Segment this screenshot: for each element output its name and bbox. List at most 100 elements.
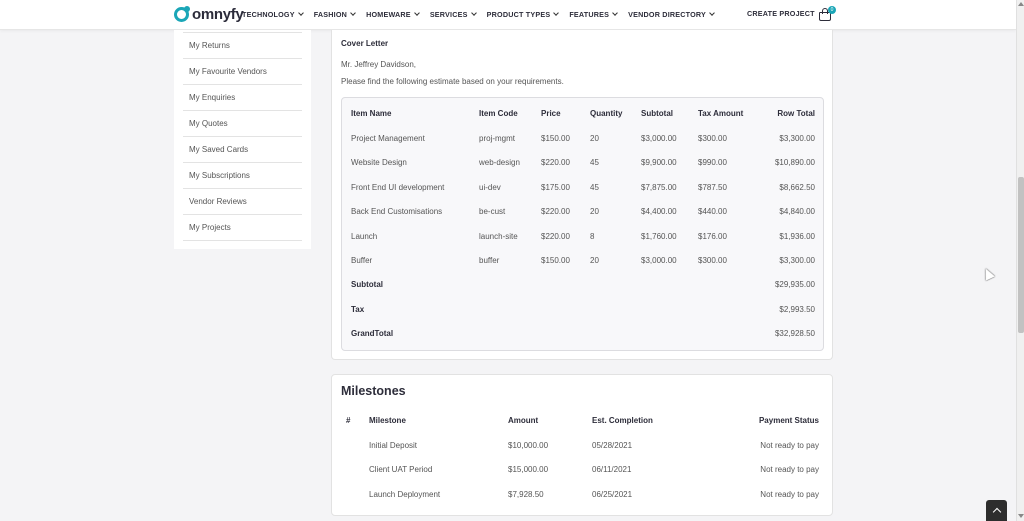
milestone-amount: $10,000.00 — [508, 441, 549, 450]
tax-value: $2,993.50 — [779, 305, 815, 314]
milestone-payment-status: Not ready to pay — [760, 490, 819, 499]
nav-item-features[interactable]: FEATURES — [569, 10, 618, 19]
table-cell: $220.00 — [541, 158, 570, 167]
table-cell: $10,890.00 — [774, 158, 815, 167]
nav-item-technology[interactable]: TECHNOLOGY — [242, 10, 304, 19]
sidebar-item-my-favourite-vendors[interactable]: My Favourite Vendors — [183, 59, 302, 85]
milestones-card: Milestones # Milestone Amount Est. Compl… — [331, 374, 833, 516]
column-header-quantity: Quantity — [590, 109, 623, 118]
table-cell: $8,662.50 — [779, 183, 815, 192]
back-to-top-button[interactable] — [986, 500, 1007, 521]
nav-item-homeware[interactable]: HOMEWARE — [366, 10, 420, 19]
column-header-item-code: Item Code — [479, 109, 518, 118]
table-cell: 20 — [590, 207, 599, 216]
chevron-down-icon — [553, 10, 560, 16]
cover-letter-card: Cover Letter Mr. Jeffrey Davidson, Pleas… — [331, 30, 833, 360]
sidebar-item-vendor-reviews[interactable]: Vendor Reviews — [183, 189, 302, 215]
table-cell: 20 — [590, 134, 599, 143]
milestone-payment-status: Not ready to pay — [760, 465, 819, 474]
table-cell: Back End Customisations — [351, 207, 443, 216]
scroll-down-arrow-icon[interactable] — [1018, 514, 1024, 518]
chevron-down-icon — [350, 10, 356, 16]
table-cell: $3,000.00 — [641, 134, 677, 143]
table-cell: ui-dev — [479, 183, 501, 192]
table-cell: Buffer — [351, 256, 373, 265]
chevron-down-icon — [297, 10, 304, 16]
milestone-date: 06/11/2021 — [592, 465, 632, 474]
sidebar-item-my-subscriptions[interactable]: My Subscriptions — [183, 163, 302, 189]
page-scrollbar[interactable] — [1016, 0, 1024, 521]
column-header-subtotal: Subtotal — [641, 109, 673, 118]
table-cell: buffer — [479, 256, 500, 265]
table-cell: $3,300.00 — [779, 134, 815, 143]
subtotal-value: $29,935.00 — [774, 280, 815, 289]
chevron-down-icon — [612, 10, 618, 16]
logo-icon — [174, 5, 190, 22]
table-cell: $4,400.00 — [641, 207, 677, 216]
main-menu: TECHNOLOGY FASHION HOMEWARE SERVICES PRO… — [242, 0, 725, 28]
table-cell: be-cust — [479, 207, 506, 216]
milestone-name: Client UAT Period — [369, 465, 433, 474]
sidebar-item-my-projects[interactable]: My Projects — [183, 215, 302, 241]
milestone-payment-status: Not ready to pay — [760, 441, 819, 450]
milestone-name: Launch Deployment — [369, 490, 441, 499]
table-cell: 45 — [590, 183, 599, 192]
scroll-up-arrow-icon[interactable] — [1018, 2, 1024, 6]
column-header-number: # — [346, 416, 351, 425]
table-cell: $1,936.00 — [779, 232, 815, 241]
scrollbar-thumb[interactable] — [1018, 177, 1024, 333]
grand-total-value: $32,928.50 — [774, 329, 815, 338]
table-cell: $787.50 — [698, 183, 727, 192]
table-cell: $9,900.00 — [641, 158, 677, 167]
milestone-amount: $7,928.50 — [508, 490, 544, 499]
table-cell: $3,000.00 — [641, 256, 677, 265]
table-cell: 45 — [590, 158, 599, 167]
subtotal-label: Subtotal — [351, 280, 383, 289]
cover-letter-title: Cover Letter — [341, 39, 389, 48]
top-navigation-bar: omnyfy TECHNOLOGY FASHION HOMEWARE SERVI… — [0, 0, 1016, 30]
create-project-link[interactable]: CREATE PROJECT — [747, 9, 815, 18]
grand-total-label: GrandTotal — [351, 329, 394, 338]
nav-item-vendor-directory[interactable]: VENDOR DIRECTORY — [628, 10, 715, 19]
column-header-price: Price — [541, 109, 561, 118]
sidebar-item-my-returns[interactable]: My Returns — [183, 33, 302, 59]
tax-label: Tax — [351, 305, 365, 314]
chevron-down-icon — [470, 10, 477, 16]
table-cell: $7,875.00 — [641, 183, 677, 192]
column-header-amount: Amount — [508, 416, 539, 425]
sidebar-item-my-saved-cards[interactable]: My Saved Cards — [183, 137, 302, 163]
column-header-payment-status: Payment Status — [758, 416, 819, 425]
table-cell: $150.00 — [541, 256, 570, 265]
column-header-row-total: Row Total — [777, 109, 815, 118]
milestone-date: 05/28/2021 — [592, 441, 633, 450]
table-cell: proj-mgmt — [479, 134, 516, 143]
table-cell: $176.00 — [698, 232, 727, 241]
table-cell: 8 — [590, 232, 595, 241]
sidebar-item-my-enquiries[interactable]: My Enquiries — [183, 85, 302, 111]
account-sidebar: My Returns My Favourite Vendors My Enqui… — [174, 30, 311, 249]
table-cell: $150.00 — [541, 134, 570, 143]
sidebar-item-my-quotes[interactable]: My Quotes — [183, 111, 302, 137]
table-cell: launch-site — [479, 232, 518, 241]
table-cell: Website Design — [351, 158, 407, 167]
table-cell: web-design — [479, 158, 520, 167]
table-cell: $175.00 — [541, 183, 570, 192]
table-cell: $220.00 — [541, 207, 570, 216]
table-cell: 20 — [590, 256, 599, 265]
milestone-amount: $15,000.00 — [508, 465, 549, 474]
chevron-down-icon — [413, 10, 420, 16]
chevron-down-icon — [709, 10, 715, 16]
table-cell: $300.00 — [698, 256, 727, 265]
milestone-date: 06/25/2021 — [592, 490, 633, 499]
milestone-name: Initial Deposit — [369, 441, 418, 450]
table-cell: $4,840.00 — [779, 207, 815, 216]
table-cell: $300.00 — [698, 134, 727, 143]
cover-letter-body: Please find the following estimate based… — [341, 77, 564, 86]
nav-item-fashion[interactable]: FASHION — [314, 10, 356, 19]
brand-logo[interactable]: omnyfy — [174, 4, 244, 24]
cover-letter-salutation: Mr. Jeffrey Davidson, — [341, 60, 416, 69]
column-header-milestone: Milestone — [369, 416, 406, 425]
table-cell: $220.00 — [541, 232, 570, 241]
nav-item-services[interactable]: SERVICES — [430, 10, 477, 19]
nav-item-product-types[interactable]: PRODUCT TYPES — [487, 10, 560, 19]
